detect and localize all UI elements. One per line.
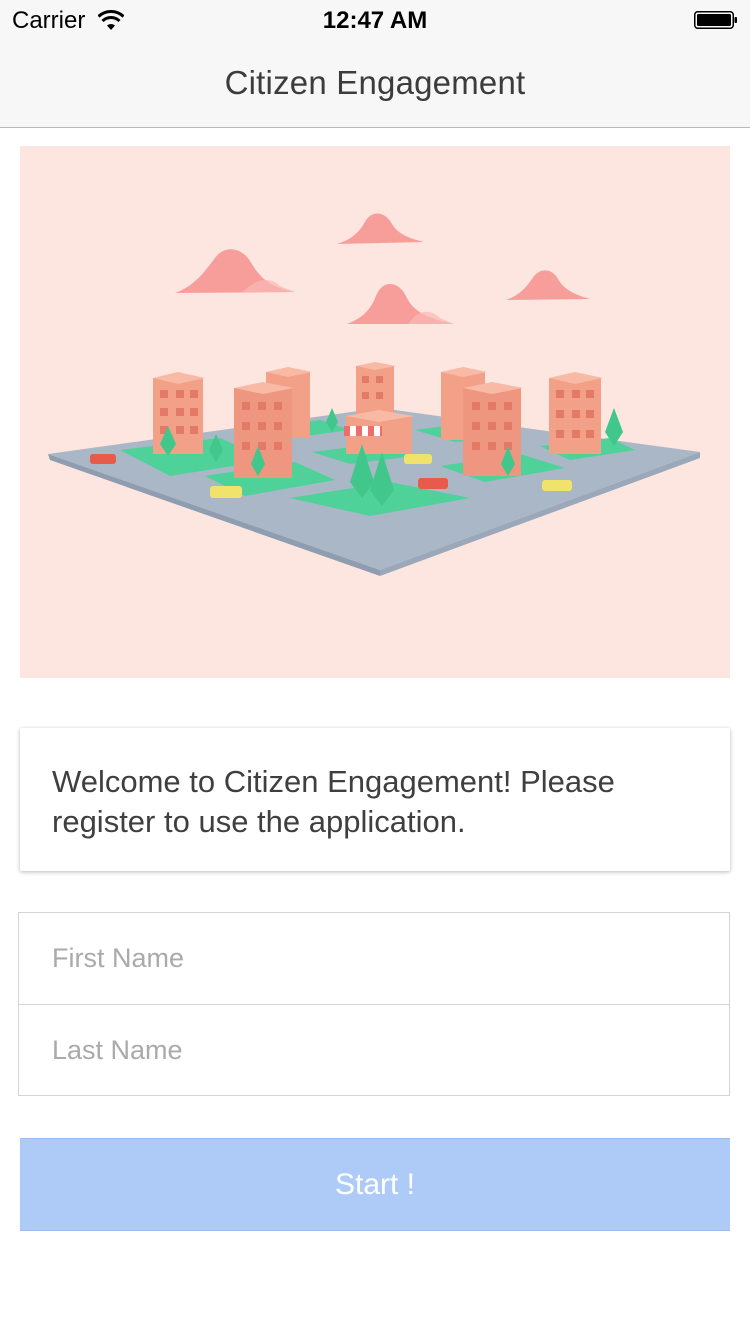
hero-illustration (20, 146, 730, 678)
welcome-card: Welcome to Citizen Engagement! Please re… (20, 728, 730, 871)
welcome-message: Welcome to Citizen Engagement! Please re… (52, 764, 615, 839)
navigation-bar: Citizen Engagement (0, 40, 750, 128)
status-bar: Carrier 12:47 AM (0, 0, 750, 40)
battery-icon (694, 11, 737, 29)
first-name-input[interactable] (19, 913, 729, 1005)
start-button[interactable]: Start ! (20, 1138, 730, 1231)
last-name-input[interactable] (19, 1005, 729, 1095)
registration-form (18, 912, 730, 1096)
city-illustration-icon (48, 213, 700, 576)
page-title: Citizen Engagement (224, 64, 526, 101)
app-screen: Carrier 12:47 AM Citizen Engagement Welc… (0, 0, 750, 1334)
status-time: 12:47 AM (322, 7, 428, 34)
